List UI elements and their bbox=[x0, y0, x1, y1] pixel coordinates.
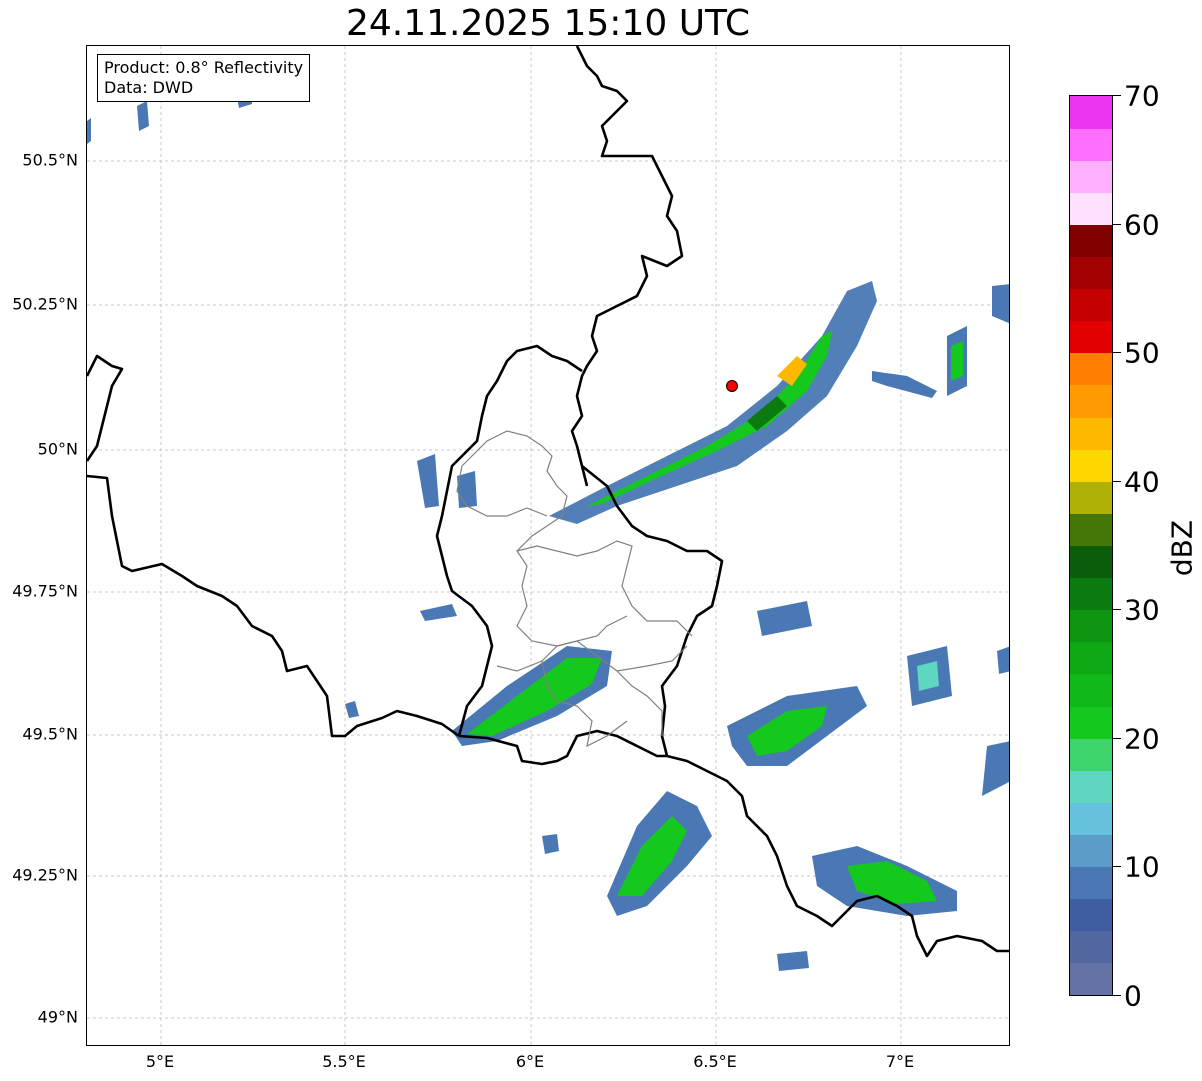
lon-tick-label: 6.5°E bbox=[693, 1052, 737, 1071]
radar-map[interactable] bbox=[86, 45, 1010, 1046]
colorbar-tick bbox=[1113, 481, 1121, 482]
colorbar-segment bbox=[1070, 641, 1112, 675]
colorbar-segment bbox=[1070, 609, 1112, 643]
colorbar-label: 20 bbox=[1124, 722, 1160, 756]
colorbar-segment bbox=[1070, 352, 1112, 386]
colorbar-segment bbox=[1070, 898, 1112, 932]
echo-west-3 bbox=[420, 604, 457, 621]
echo-south-3 bbox=[542, 834, 559, 854]
colorbar-tick bbox=[1113, 224, 1121, 225]
colorbar-unit-label: dBZ bbox=[1165, 519, 1199, 577]
colorbar-label: 30 bbox=[1124, 593, 1160, 627]
colorbar-segment bbox=[1070, 770, 1112, 803]
border-be-de-north bbox=[87, 354, 124, 462]
colorbar-segment bbox=[1070, 224, 1112, 258]
map-canvas bbox=[87, 46, 1009, 1045]
colorbar-label: 70 bbox=[1124, 79, 1160, 113]
colorbar-segment bbox=[1070, 192, 1112, 225]
colorbar-segment bbox=[1070, 128, 1112, 161]
colorbar-segment bbox=[1070, 834, 1112, 868]
border-be-nl-de bbox=[570, 46, 684, 487]
echo-ne-patch-2 bbox=[992, 284, 1009, 324]
echo-band-northeast bbox=[549, 281, 877, 524]
colorbar-label: 60 bbox=[1124, 208, 1160, 242]
product-label: Product: 0.8° Reflectivity bbox=[104, 58, 304, 77]
colorbar-label: 0 bbox=[1124, 979, 1142, 1013]
lat-tick-label: 49.75°N bbox=[12, 581, 78, 601]
data-source-label: Data: DWD bbox=[104, 78, 194, 97]
colorbar-segment bbox=[1070, 962, 1112, 996]
colorbar-segment bbox=[1070, 417, 1112, 450]
colorbar bbox=[1069, 95, 1113, 996]
colorbar-segment bbox=[1070, 577, 1112, 611]
colorbar-tick bbox=[1113, 352, 1121, 353]
echo-ne-patch-3 bbox=[872, 371, 937, 398]
district-lux-center-2 bbox=[516, 565, 628, 647]
colorbar-segment bbox=[1070, 160, 1112, 193]
colorbar-segment bbox=[1070, 320, 1112, 354]
radar-echoes bbox=[87, 91, 1009, 971]
border-fr-lux-de-south bbox=[458, 729, 1009, 958]
lat-tick-label: 49.5°N bbox=[22, 724, 78, 744]
echo-nw-1 bbox=[137, 101, 149, 131]
colorbar-segment bbox=[1070, 866, 1112, 900]
lon-tick-label: 7°E bbox=[885, 1052, 915, 1071]
colorbar-segment bbox=[1070, 513, 1112, 546]
border-be-fr-west bbox=[87, 474, 460, 738]
echo-east-4 bbox=[982, 741, 1009, 796]
colorbar-segment bbox=[1070, 545, 1112, 579]
colorbar-segment bbox=[1070, 706, 1112, 739]
district-lux-south-3 bbox=[616, 670, 663, 736]
lon-tick-label: 6°E bbox=[515, 1052, 545, 1071]
echo-nw-3 bbox=[87, 118, 91, 144]
colorbar-tick bbox=[1113, 609, 1121, 610]
echo-east-5 bbox=[997, 646, 1009, 674]
colorbar-segment bbox=[1070, 673, 1112, 707]
colorbar-tick bbox=[1113, 95, 1121, 96]
colorbar-segment bbox=[1070, 384, 1112, 418]
lat-tick-label: 50°N bbox=[37, 439, 78, 459]
colorbar-label: 50 bbox=[1124, 336, 1160, 370]
map-title: 24.11.2025 15:10 UTC bbox=[345, 3, 751, 44]
district-lux-center-1 bbox=[516, 540, 693, 637]
colorbar-segment bbox=[1070, 256, 1112, 290]
echo-ne-patch-1-core bbox=[951, 341, 963, 381]
lat-tick-label: 49°N bbox=[37, 1007, 78, 1027]
product-info-box: Product: 0.8° Reflectivity Data: DWD bbox=[97, 54, 311, 102]
colorbar-label: 40 bbox=[1124, 465, 1160, 499]
colorbar-segment bbox=[1070, 802, 1112, 835]
lon-tick-label: 5.5°E bbox=[322, 1052, 366, 1071]
lat-tick-label: 50.25°N bbox=[12, 294, 78, 314]
colorbar-tick bbox=[1113, 738, 1121, 739]
colorbar-segment bbox=[1070, 481, 1112, 514]
colorbar-label: 10 bbox=[1124, 850, 1160, 884]
lon-tick-label: 5°E bbox=[145, 1052, 175, 1071]
echo-south-4 bbox=[777, 951, 809, 971]
country-borders bbox=[87, 46, 1009, 958]
colorbar-tick bbox=[1113, 995, 1121, 996]
colorbar-segment bbox=[1070, 738, 1112, 771]
colorbar-tick bbox=[1113, 866, 1121, 867]
district-lux-north bbox=[471, 430, 568, 567]
echo-west-1 bbox=[417, 454, 439, 508]
colorbar-segment bbox=[1070, 288, 1112, 322]
colorbar-segment bbox=[1070, 449, 1112, 482]
lat-tick-label: 49.25°N bbox=[12, 865, 78, 885]
echo-east-2 bbox=[757, 601, 812, 636]
radar-site-marker[interactable] bbox=[726, 380, 738, 392]
colorbar-segment bbox=[1070, 930, 1112, 964]
colorbar-segment bbox=[1070, 96, 1112, 129]
echo-sw-small bbox=[345, 701, 359, 718]
lat-tick-label: 50.5°N bbox=[22, 150, 78, 170]
echo-east-3-core bbox=[917, 661, 939, 691]
